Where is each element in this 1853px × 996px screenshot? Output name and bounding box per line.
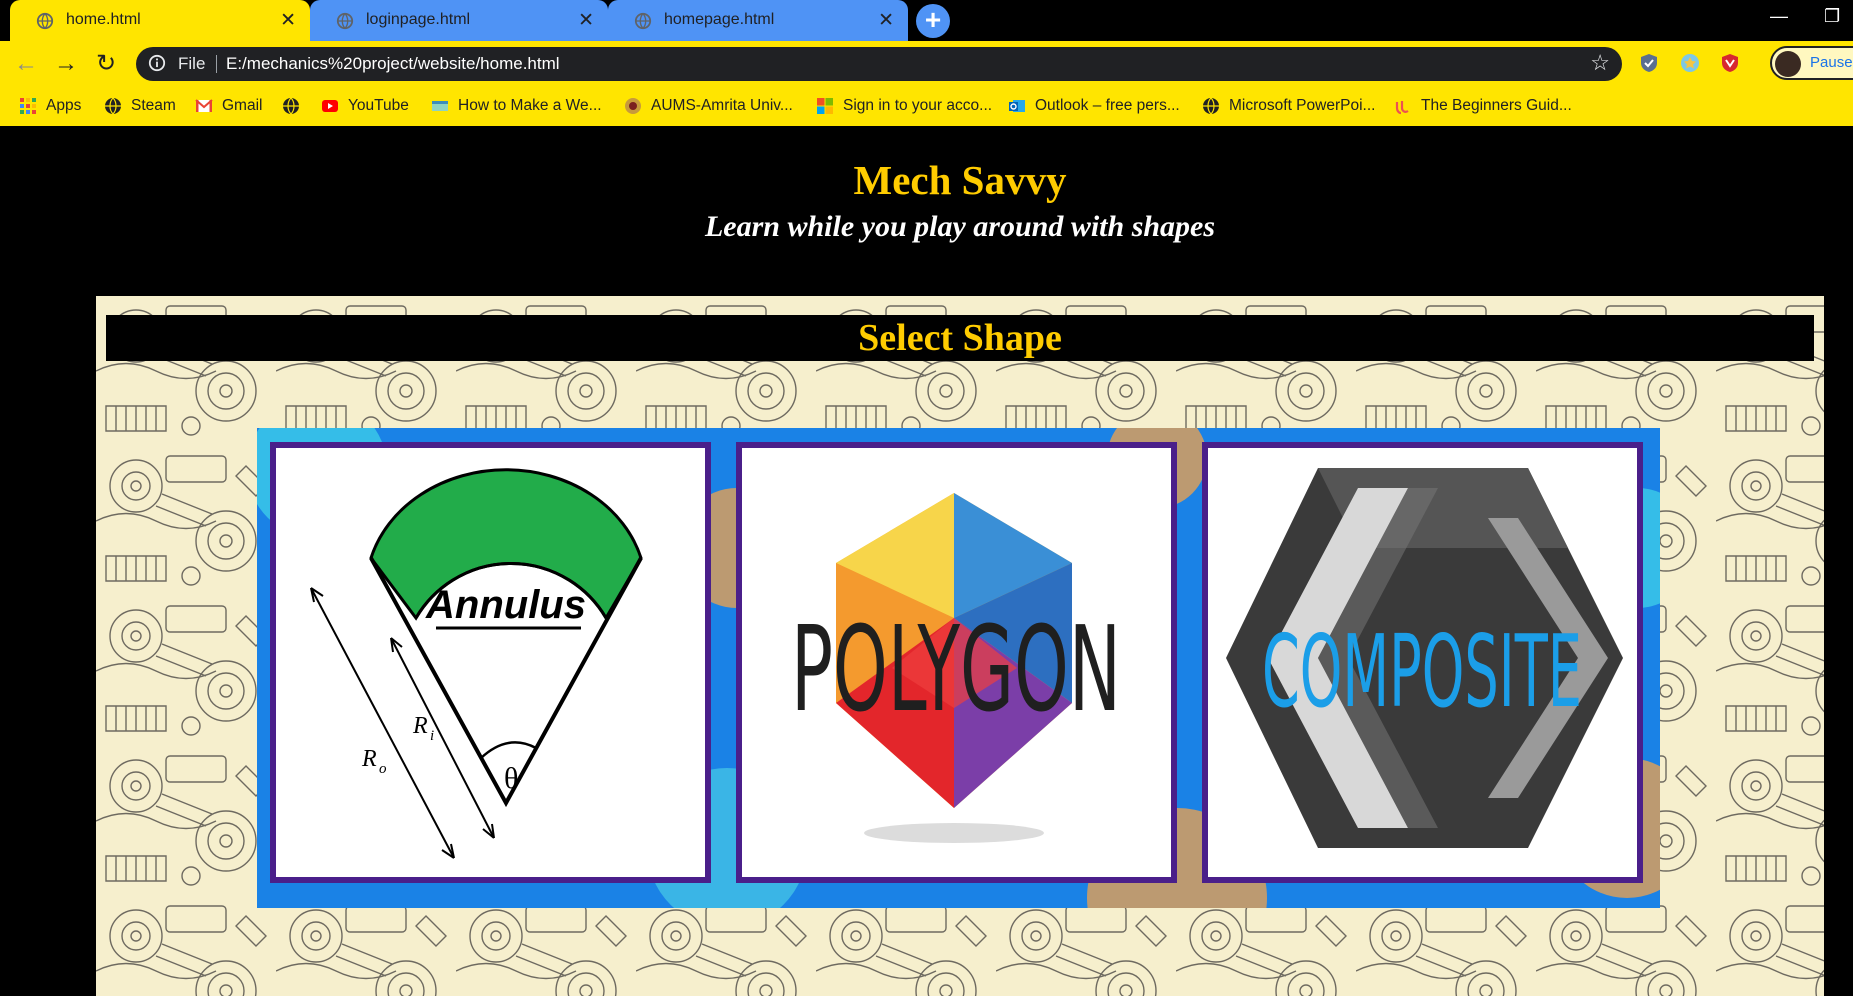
bookmark-label: Gmail <box>222 97 263 114</box>
new-tab-button[interactable]: + <box>916 4 950 38</box>
close-icon[interactable]: ✕ <box>878 9 894 32</box>
shape-card-polygon[interactable]: POLYGON <box>736 442 1177 883</box>
annulus-illustration: Annulus R o R i θ <box>310 468 643 859</box>
bookmark-label: AUMS-Amrita Univ... <box>651 97 793 114</box>
globe-icon <box>634 12 652 30</box>
page-tagline: Learn while you play around with shapes <box>704 210 1216 243</box>
bookmark-label: Sign in to your acco... <box>843 97 993 114</box>
forward-arrow-icon[interactable]: → <box>52 50 80 78</box>
globe-icon <box>105 97 121 115</box>
composite-illustration: COMPOSITE <box>1226 468 1623 848</box>
shape-label-polygon: POLYGON <box>791 600 1121 738</box>
polygon-illustration: POLYGON <box>791 493 1121 843</box>
amrita-icon <box>625 98 641 114</box>
shape-select-panel: Select Shape Annulus R o R i θ POLYGON C… <box>96 296 1824 996</box>
gmail-icon <box>195 99 213 112</box>
select-shape-heading-bar: Select Shape <box>106 315 1814 361</box>
web-page: Mech Savvy Learn while you play around w… <box>0 126 1853 996</box>
star-icon[interactable]: ☆ <box>1590 50 1610 76</box>
tab-homepage[interactable]: homepage.html ✕ <box>608 0 908 41</box>
bookmark-label: How to Make a We... <box>458 97 602 114</box>
restore-icon[interactable]: ❐ <box>1824 6 1840 27</box>
url-text[interactable]: E:/mechanics%20project/website/home.html <box>226 54 560 74</box>
tab-home[interactable]: home.html ✕ <box>10 0 310 41</box>
shield-extension-icon[interactable] <box>1719 52 1741 74</box>
shape-card-grid: Annulus R o R i θ POLYGON COMPOSITE <box>257 428 1660 908</box>
badge-extension-icon[interactable] <box>1679 52 1701 74</box>
shape-card-composite[interactable]: COMPOSITE <box>1202 442 1643 883</box>
profile-button[interactable]: Paused <box>1770 46 1853 80</box>
svg-text:COMPOSITE: COMPOSITE <box>1262 613 1582 730</box>
apps-grid-icon <box>20 98 36 114</box>
back-arrow-icon[interactable]: ← <box>12 50 40 78</box>
outlook-icon <box>1009 100 1025 112</box>
youtube-icon <box>322 100 338 112</box>
tab-label: home.html <box>66 11 141 28</box>
globe-icon <box>336 12 354 30</box>
bookmark-label: Steam <box>131 97 176 114</box>
outer-radius-subscript: o <box>379 761 387 777</box>
svg-text:POLYGON: POLYGON <box>791 600 1121 738</box>
bookmark-label: The Beginners Guid... <box>1421 97 1572 114</box>
shape-label-composite: COMPOSITE <box>1262 613 1582 730</box>
globe-icon <box>283 97 299 115</box>
page-title: Mech Savvy <box>853 157 1067 203</box>
bookmarks-bar: Apps Steam Gmail YouTube How to Make a W… <box>0 88 1853 126</box>
browser-toolbar: ← → ↻ File E:/mechanics%20project/websit… <box>0 41 1853 88</box>
divider <box>216 55 217 73</box>
svg-text:Annulus: Annulus <box>425 583 586 627</box>
vpn-extension-icon[interactable] <box>1638 52 1660 74</box>
address-bar[interactable]: File E:/mechanics%20project/website/home… <box>136 47 1622 81</box>
close-icon[interactable]: ✕ <box>280 9 296 32</box>
section-heading: Select Shape <box>858 317 1062 359</box>
udemy-icon <box>1395 101 1409 115</box>
tab-label: homepage.html <box>664 11 775 28</box>
minimize-icon[interactable]: — <box>1770 6 1788 27</box>
globe-icon <box>36 12 54 30</box>
shape-card-annulus[interactable]: Annulus R o R i θ <box>270 442 711 883</box>
close-icon[interactable]: ✕ <box>578 9 594 32</box>
inner-radius-subscript: i <box>430 728 434 744</box>
bookmark-label: Apps <box>46 97 82 114</box>
microsoft-icon <box>817 98 833 114</box>
bookmark-label: Outlook – free pers... <box>1035 97 1180 114</box>
bookmark-label: Microsoft PowerPoi... <box>1229 97 1376 114</box>
outer-radius-label: R <box>361 746 377 772</box>
info-icon <box>148 54 166 72</box>
angle-label: θ <box>504 762 518 795</box>
bookmark-label: YouTube <box>348 97 409 114</box>
scheme-label: File <box>178 54 206 73</box>
bookmark-site-icon <box>432 101 448 111</box>
shape-label-annulus: Annulus <box>425 583 586 627</box>
tab-strip: home.html ✕ loginpage.html ✕ homepage.ht… <box>0 0 1853 41</box>
avatar <box>1775 51 1801 77</box>
reload-icon[interactable]: ↻ <box>92 50 120 78</box>
globe-icon <box>1203 97 1219 115</box>
inner-radius-label: R <box>412 713 428 739</box>
tab-label: loginpage.html <box>366 11 471 28</box>
profile-status: Paused <box>1810 54 1853 71</box>
tab-loginpage[interactable]: loginpage.html ✕ <box>310 0 608 41</box>
